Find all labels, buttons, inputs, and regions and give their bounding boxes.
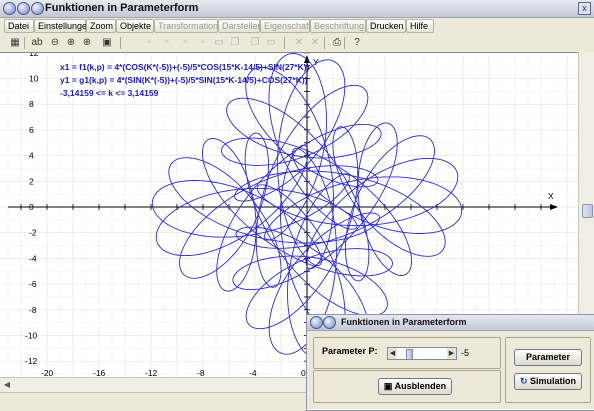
window-icon[interactable]: ▭ [212,36,226,49]
x-axis-label: X [548,191,554,201]
y-tick-label: -4 [29,253,37,263]
menu-item-datei[interactable]: Datei [4,19,34,33]
vertical-scroll-thumb[interactable] [582,204,593,218]
y-tick-label: 8 [29,99,34,109]
close-button[interactable]: x [578,2,591,15]
grid-small-icon[interactable]: ▫ [142,36,156,49]
y-tick-label: 6 [29,125,34,135]
y-tick-label: -2 [29,228,37,238]
toolbar-separator [24,37,25,49]
paste-icon[interactable]: ❐ [248,36,262,49]
grid-dotted-icon[interactable]: ▫ [196,36,210,49]
zoom-fit-icon[interactable]: ⊕ [80,36,94,49]
formula-y: y1 = g1(k,p) = 4*(SIN(K*(-5))+(-5)/5*SIN… [60,75,308,85]
panel-minimize-button[interactable] [323,316,336,329]
grid-large-icon[interactable]: ▫ [178,36,192,49]
simulation-button-label: Simulation [530,376,577,386]
menu-item-transformation[interactable]: Transformation [154,19,218,33]
parameter-value: -5 [461,348,470,358]
y-tick-label: 2 [29,176,34,186]
slider-left-icon[interactable]: ◀ [388,348,397,359]
calculator-icon[interactable]: ▦ [8,36,22,49]
menu-item-einstellungen[interactable]: Einstellungen [34,19,92,33]
menu-item-drucken[interactable]: Drucken [366,19,406,33]
slider-thumb[interactable] [406,349,413,360]
y-tick-label: -8 [29,305,37,315]
hide-button[interactable]: ▣ Ausblenden [378,378,452,395]
y-tick-label: 10 [29,74,39,84]
hide-button-label: Ausblenden [394,381,447,391]
menu-item-eigenschaft[interactable]: Eigenschaft [260,19,311,33]
slider-right-icon[interactable]: ▶ [447,348,456,359]
window-menu-button[interactable] [3,2,16,15]
parameter-slider[interactable]: ◀ ▶ [387,347,457,360]
copy-icon[interactable]: ❐ [228,36,242,49]
menu-bar: Datei Einstellungen Zoom Objekte Transformat… [0,18,594,34]
simulation-icon: ↻ [519,376,531,386]
y-tick-label: -12 [25,356,38,366]
parameter-panel: Funktionen in Parameterform Parameter P:… [306,314,594,411]
print-icon[interactable]: ⎙ [330,36,344,49]
title-bar: Funktionen in Parameterform x [0,0,594,18]
toolbar-separator [120,37,121,49]
menu-item-zoom[interactable]: Zoom [86,19,116,33]
y-tick-label: 12 [29,53,39,58]
help-icon[interactable]: ? [350,36,364,49]
parameter-domain: -3,14159 <= k <= 3,14159 [60,88,159,98]
scroll-left-icon[interactable]: ◀ [2,380,12,389]
export-icon[interactable]: ▭ [264,36,278,49]
menu-item-darstellen[interactable]: Darstellen [218,19,263,33]
hide-icon: ▣ [383,381,395,391]
toolbar-separator [284,37,285,49]
minimize-button[interactable] [17,2,30,15]
parameter-label: Parameter P: [322,346,378,356]
delete-all-icon[interactable]: ✕ [308,36,322,49]
zoom-in-icon[interactable]: ⊕ [64,36,78,49]
y-tick-label: 0 [29,202,34,212]
menu-item-hilfe[interactable]: Hilfe [406,19,434,33]
y-tick-label: -6 [29,279,37,289]
y-tick-label: -10 [25,331,38,341]
menu-item-objekte[interactable]: Objekte [116,19,154,33]
parameter-button[interactable]: Parameter [514,349,582,366]
grid-icon[interactable]: ▫ [160,36,174,49]
zoom-out-icon[interactable]: ⊖ [48,36,62,49]
toolbar-separator [324,37,325,49]
text-abc-icon[interactable]: ab [30,36,44,49]
hide-group: ▣ Ausblenden [313,370,501,403]
panel-title: Funktionen in Parameterform [341,317,467,327]
y-tick-label: 4 [29,151,34,161]
menu-item-beschriftung[interactable]: Beschriftung [310,19,366,33]
toolbar: ▦ ab ⊖ ⊕ ⊕ ▣ ▫ ▫ ▫ ▫ ▭ ❐ ❐ ▭ ✕ ✕ ⎙? [0,35,594,53]
window-title: Funktionen in Parameterform [45,2,199,14]
app-icon [31,2,44,15]
toolbar-separator [344,37,345,49]
simulation-button[interactable]: ↻ Simulation [514,373,582,390]
panel-title-bar: Funktionen in Parameterform [307,315,594,331]
panel-menu-button[interactable] [310,316,323,329]
table-icon[interactable]: ▣ [100,36,114,49]
delete-icon[interactable]: ✕ [292,36,306,49]
actions-group: Parameter ↻ Simulation [505,337,591,403]
formula-x: x1 = f1(k,p) = 4*(COS(K*(-5))+(-5)/5*COS… [60,62,310,72]
